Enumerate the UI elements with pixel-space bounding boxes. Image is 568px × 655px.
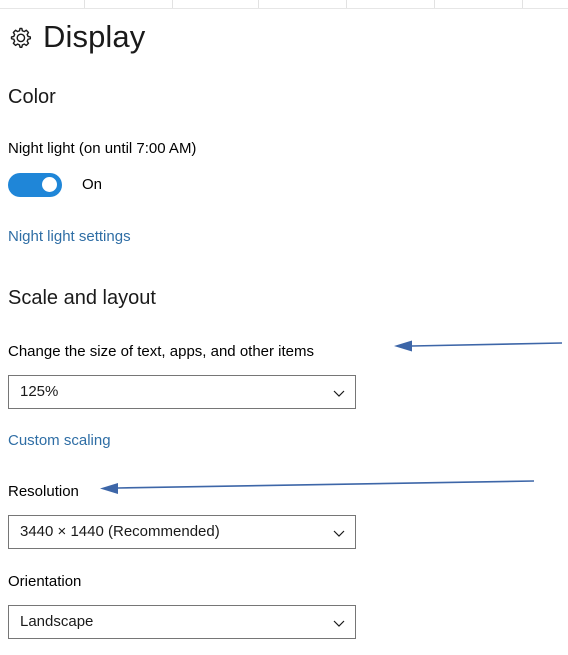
night-light-toggle-state: On <box>82 176 103 193</box>
page-title: Display <box>43 19 146 54</box>
resolution-label: Resolution <box>8 483 79 500</box>
grid-tick <box>172 0 173 8</box>
scale-label: Change the size of text, apps, and other… <box>8 343 315 360</box>
resolution-dropdown-value: 3440 × 1440 (Recommended) <box>20 523 220 540</box>
scale-dropdown-value: 125% <box>20 383 59 400</box>
top-grid-strip <box>0 0 568 9</box>
page-header: Display <box>6 20 145 54</box>
resolution-dropdown[interactable]: 3440 × 1440 (Recommended) <box>8 515 356 549</box>
orientation-dropdown[interactable]: Landscape <box>8 605 356 639</box>
night-light-toggle[interactable] <box>8 173 62 197</box>
grid-tick <box>258 0 259 8</box>
grid-tick <box>346 0 347 8</box>
grid-tick <box>522 0 523 8</box>
night-light-label: Night light (on until 7:00 AM) <box>8 140 197 157</box>
custom-scaling-link[interactable]: Custom scaling <box>8 431 111 451</box>
grid-tick <box>434 0 435 8</box>
orientation-dropdown-value: Landscape <box>20 613 94 630</box>
chevron-down-icon <box>333 620 345 627</box>
orientation-label: Orientation <box>8 573 82 590</box>
arrow-pointing-to-scale-label <box>394 340 562 352</box>
chevron-down-icon <box>333 530 345 537</box>
scale-dropdown[interactable]: 125% <box>8 375 356 409</box>
chevron-down-icon <box>333 390 345 397</box>
gear-icon <box>10 27 32 48</box>
arrow-pointing-to-resolution-label <box>100 480 534 494</box>
section-heading-scale-and-layout: Scale and layout <box>8 287 156 309</box>
toggle-knob <box>42 177 57 192</box>
grid-horizontal-line <box>0 8 568 9</box>
night-light-settings-link[interactable]: Night light settings <box>8 227 131 247</box>
grid-tick <box>84 0 85 8</box>
section-heading-color: Color <box>8 86 56 108</box>
night-light-toggle-row: On <box>8 173 102 197</box>
